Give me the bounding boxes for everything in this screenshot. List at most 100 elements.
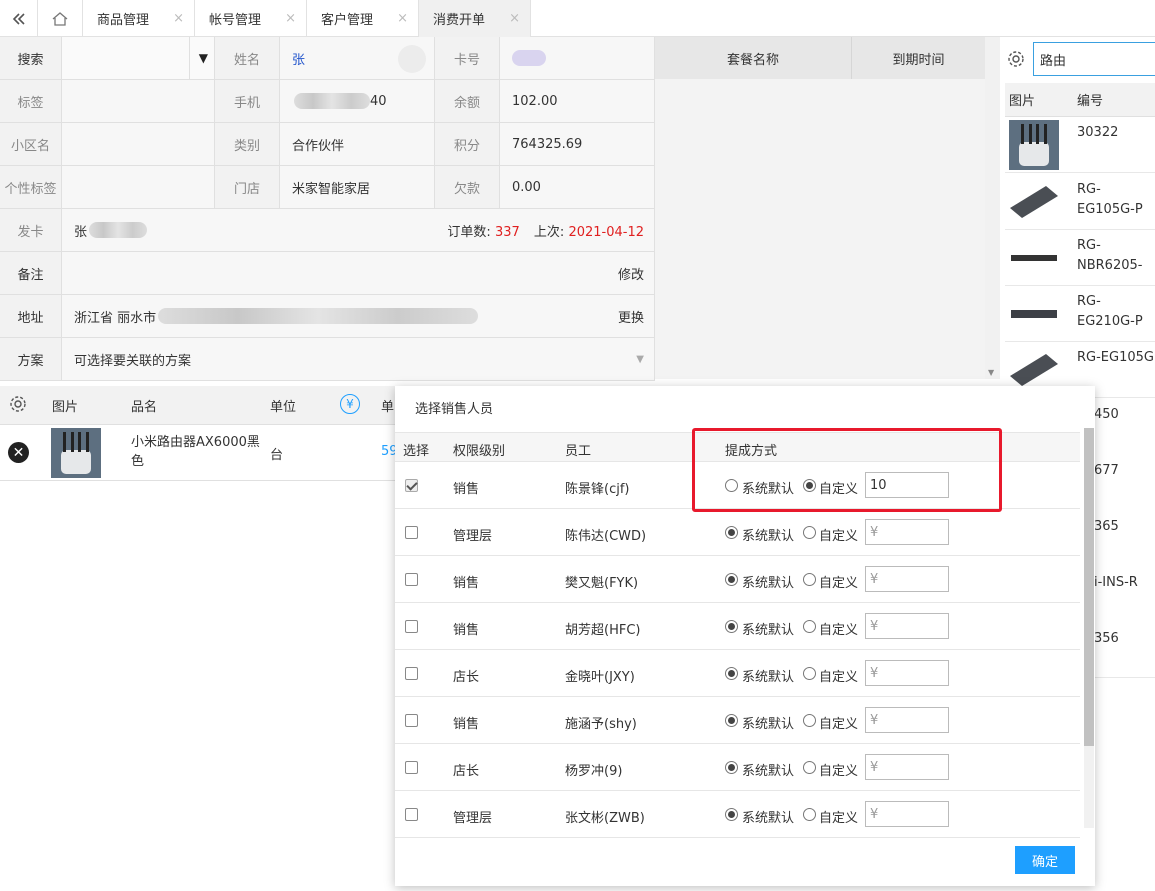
tab-customer-management[interactable]: 客户管理 ×: [307, 0, 419, 37]
permission-level: 管理层: [453, 529, 493, 544]
select-checkbox[interactable]: [405, 761, 418, 774]
phone-label: 手机: [215, 80, 280, 123]
tab-close-icon[interactable]: ×: [173, 11, 184, 26]
select-checkbox[interactable]: [405, 667, 418, 680]
radio-default[interactable]: [725, 667, 738, 680]
robot-avatar-icon: [398, 45, 426, 73]
tab-bar: 商品管理 × 帐号管理 × 客户管理 × 消费开单 ×: [0, 0, 1155, 37]
tab-consumption-order[interactable]: 消费开单 ×: [419, 0, 531, 37]
district-value: [62, 123, 215, 166]
product-search-input[interactable]: 路由: [1033, 42, 1155, 76]
gear-icon[interactable]: [8, 394, 28, 418]
dialog-title: 选择销售人员: [415, 402, 494, 417]
search-label: 搜索: [0, 37, 62, 80]
radio-custom[interactable]: [803, 526, 816, 539]
plan-select[interactable]: 可选择要关联的方案 ▼: [62, 338, 655, 381]
custom-commission-input[interactable]: ¥: [865, 660, 949, 686]
dropdown-triangle-icon[interactable]: ▼: [636, 354, 644, 365]
tab-close-icon[interactable]: ×: [509, 11, 520, 26]
radio-custom[interactable]: [803, 573, 816, 586]
select-checkbox[interactable]: [405, 526, 418, 539]
issue-card-row: 张 订单数: 337 上次: 2021-04-12: [62, 209, 655, 252]
list-item[interactable]: 30322: [1005, 117, 1155, 173]
tab-close-icon[interactable]: ×: [397, 11, 408, 26]
tab-product-management[interactable]: 商品管理 ×: [83, 0, 195, 37]
gateway-image: [1005, 174, 1063, 230]
radio-default-label: 系统默认: [742, 576, 795, 591]
scrollbar-thumb[interactable]: [1084, 428, 1094, 746]
scrollbar[interactable]: [1084, 428, 1094, 828]
card-value: [500, 37, 655, 80]
radio-default-label: 系统默认: [742, 623, 795, 638]
custom-commission-input[interactable]: ¥: [865, 566, 949, 592]
custom-commission-input[interactable]: ¥: [865, 801, 949, 827]
select-checkbox[interactable]: [405, 573, 418, 586]
radio-custom[interactable]: [803, 761, 816, 774]
address-row: 浙江省 丽水市 更换: [62, 295, 655, 338]
address-label: 地址: [0, 295, 62, 338]
radio-custom[interactable]: [803, 667, 816, 680]
radio-default[interactable]: [725, 620, 738, 633]
personal-tag-value: [62, 166, 215, 209]
list-item[interactable]: RG-EG210G-P: [1005, 286, 1155, 342]
custom-commission-input[interactable]: ¥: [865, 519, 949, 545]
points-value: 764325.69: [500, 123, 655, 166]
note-row: 修改: [62, 252, 655, 295]
radio-default-label: 系统默认: [742, 811, 795, 826]
radio-custom-label: 自定义: [819, 717, 859, 732]
redacted-blur: [294, 93, 370, 109]
select-checkbox[interactable]: [405, 620, 418, 633]
confirm-button[interactable]: 确定: [1015, 846, 1075, 874]
change-address-link[interactable]: 更换: [618, 307, 644, 326]
gear-icon[interactable]: [1006, 49, 1026, 73]
home-icon[interactable]: [38, 0, 83, 37]
dropdown-triangle-icon[interactable]: ▼: [199, 51, 208, 65]
tab-close-icon[interactable]: ×: [285, 11, 296, 26]
yen-icon[interactable]: ¥: [340, 394, 360, 414]
custom-commission-input[interactable]: ¥: [865, 707, 949, 733]
radio-default[interactable]: [725, 761, 738, 774]
radio-default[interactable]: [725, 526, 738, 539]
list-item[interactable]: RG-EG105G-P: [1005, 174, 1155, 230]
collapse-double-left-icon[interactable]: [0, 0, 38, 37]
radio-default-label: 系统默认: [742, 670, 795, 685]
highlight-box: [692, 428, 1002, 512]
remove-item-icon[interactable]: ✕: [8, 442, 29, 463]
select-checkbox[interactable]: [405, 808, 418, 821]
radio-custom[interactable]: [803, 714, 816, 727]
search-select[interactable]: ▼: [62, 37, 215, 80]
list-item[interactable]: RG-NBR6205-: [1005, 230, 1155, 286]
tab-account-management[interactable]: 帐号管理 ×: [195, 0, 307, 37]
phone-value: 40: [280, 80, 435, 123]
scrollbar[interactable]: ▼: [985, 37, 1000, 379]
radio-custom[interactable]: [803, 620, 816, 633]
custom-commission-input[interactable]: ¥: [865, 613, 949, 639]
table-row: 销售 胡芳超(HFC) 系统默认 自定义 ¥: [395, 603, 1080, 650]
staff-name: 胡芳超(HFC): [565, 623, 641, 638]
radio-default[interactable]: [725, 808, 738, 821]
radio-default[interactable]: [725, 714, 738, 727]
custom-commission-input[interactable]: ¥: [865, 754, 949, 780]
package-table-header: 套餐名称 到期时间: [655, 37, 985, 79]
note-label: 备注: [0, 252, 62, 295]
select-checkbox[interactable]: [405, 479, 418, 492]
modify-note-link[interactable]: 修改: [618, 264, 644, 283]
staff-name: 陈景锋(cjf): [565, 482, 630, 497]
tag-value: [62, 80, 215, 123]
staff-name: 金晓叶(JXY): [565, 670, 635, 685]
personal-tag-label: 个性标签: [0, 166, 62, 209]
balance-value: 102.00: [500, 80, 655, 123]
expiry-header: 到期时间: [892, 52, 945, 68]
staff-name: 施涵予(shy): [565, 717, 637, 732]
issue-card-label: 发卡: [0, 209, 62, 252]
table-row: 店长 金晓叶(JXY) 系统默认 自定义 ¥: [395, 650, 1080, 697]
select-checkbox[interactable]: [405, 714, 418, 727]
product-name: 小米路由器AX6000黑色: [131, 435, 260, 469]
radio-custom[interactable]: [803, 808, 816, 821]
radio-default[interactable]: [725, 573, 738, 586]
scroll-down-icon[interactable]: ▼: [988, 368, 994, 377]
redacted-blur: [158, 308, 479, 324]
staff-name: 张文彬(ZWB): [565, 811, 645, 826]
radio-default-label: 系统默认: [742, 529, 795, 544]
name-label: 姓名: [215, 37, 280, 80]
